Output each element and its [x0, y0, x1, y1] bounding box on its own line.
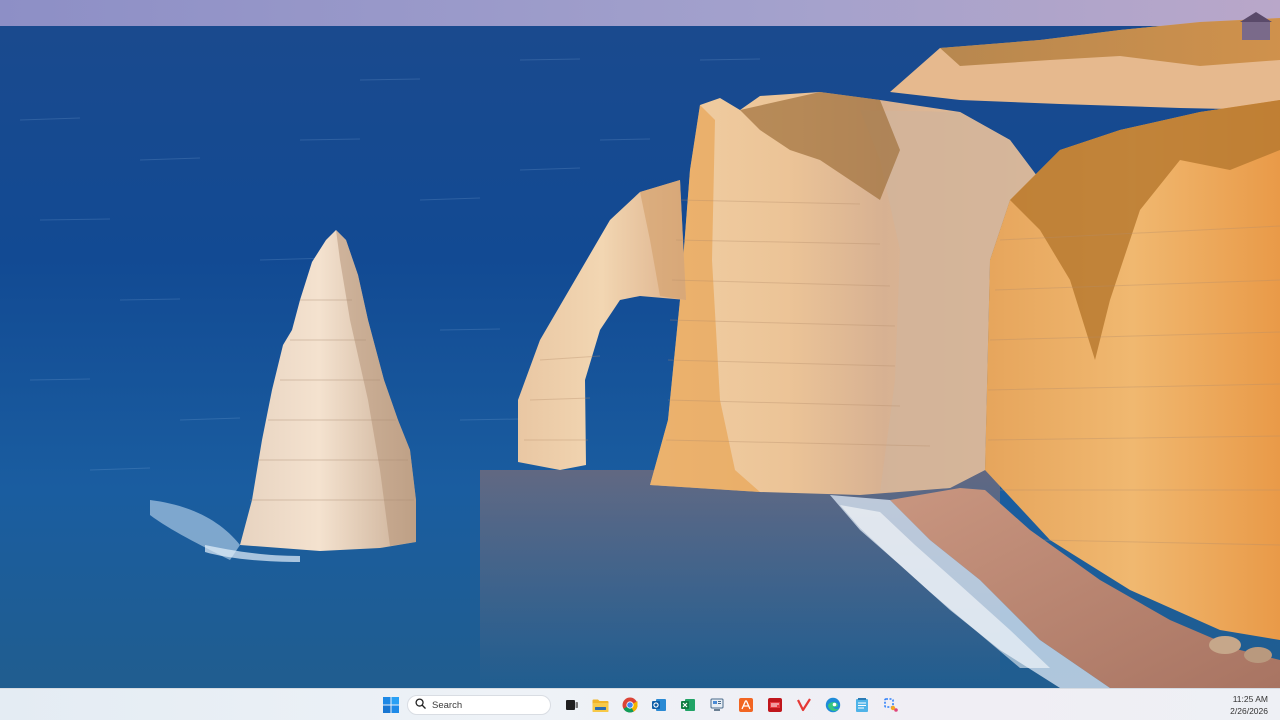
edge-icon — [825, 697, 841, 713]
outlook-button[interactable] — [644, 692, 673, 718]
edge-button[interactable] — [818, 692, 847, 718]
acrobat-icon — [738, 697, 754, 713]
control-panel-icon — [709, 697, 725, 713]
control-panel-button[interactable] — [702, 692, 731, 718]
desktop: 11:25 AM 2/26/2026 — [0, 0, 1280, 720]
pdf-icon — [767, 697, 783, 713]
search-icon — [415, 696, 426, 714]
system-clock[interactable]: 11:25 AM 2/26/2026 — [1230, 693, 1268, 717]
excel-button[interactable] — [673, 692, 702, 718]
snipping-tool-icon — [883, 697, 899, 713]
acrobat-button[interactable] — [731, 692, 760, 718]
search-input[interactable] — [432, 699, 532, 711]
taskbar-pinned-apps — [376, 692, 905, 718]
chrome-icon — [622, 697, 638, 713]
task-view-button[interactable] — [557, 692, 586, 718]
file-explorer-button[interactable] — [586, 692, 615, 718]
clock-date: 2/26/2026 — [1230, 706, 1268, 716]
chrome-button[interactable] — [615, 692, 644, 718]
task-view-icon — [565, 698, 579, 712]
taskbar: 11:25 AM 2/26/2026 — [0, 688, 1280, 720]
notepad-icon — [855, 697, 869, 713]
taskbar-search-box[interactable] — [407, 695, 551, 715]
excel-icon — [680, 697, 696, 713]
app-v-button[interactable] — [789, 692, 818, 718]
notepad-button[interactable] — [847, 692, 876, 718]
windows-start-icon — [382, 697, 399, 713]
folder-icon — [592, 698, 609, 713]
start-button[interactable] — [376, 692, 405, 718]
v-app-icon — [796, 697, 812, 713]
clock-time: 11:25 AM — [1232, 694, 1268, 704]
snipping-tool-button[interactable] — [876, 692, 905, 718]
outlook-icon — [651, 697, 667, 713]
desktop-wallpaper — [0, 0, 1280, 688]
pdf-editor-button[interactable] — [760, 692, 789, 718]
